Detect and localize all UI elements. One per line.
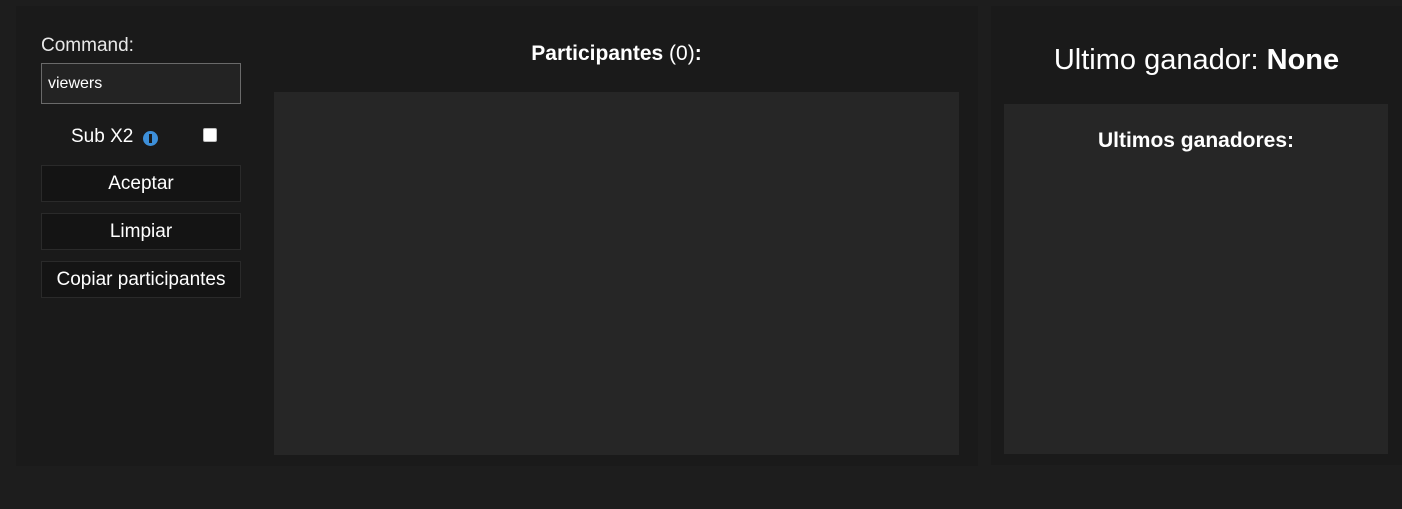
participants-heading: Participantes (0): xyxy=(274,42,959,66)
participants-title: Participantes xyxy=(531,42,664,65)
copy-participants-button[interactable]: Copiar participantes xyxy=(41,261,241,298)
last-winner-heading: Ultimo ganador: None xyxy=(991,44,1402,77)
last-winners-title: Ultimos ganadores: xyxy=(1097,129,1295,152)
info-icon[interactable] xyxy=(143,131,158,146)
winners-panel: Ultimo ganador: None Ultimos ganadores: xyxy=(991,6,1402,465)
command-input[interactable] xyxy=(41,63,241,104)
sub-x2-row: Sub X2 xyxy=(41,124,241,150)
command-label: Command: xyxy=(41,35,134,56)
last-winner-label: Ultimo ganador: xyxy=(1053,44,1259,76)
participants-colon: : xyxy=(694,42,702,65)
last-winner-value: None xyxy=(1266,44,1340,76)
sub-x2-checkbox[interactable] xyxy=(203,128,217,142)
app-root: Command: Sub X2 Aceptar Limpiar Copiar p… xyxy=(0,0,1402,509)
participants-count: (0) xyxy=(669,42,695,65)
last-winners-list: Ultimos ganadores: xyxy=(1004,104,1388,454)
raffle-panel: Command: Sub X2 Aceptar Limpiar Copiar p… xyxy=(16,6,978,466)
clear-button[interactable]: Limpiar xyxy=(41,213,241,250)
participants-list[interactable] xyxy=(274,92,959,455)
sub-x2-label: Sub X2 xyxy=(71,126,134,147)
accept-button[interactable]: Aceptar xyxy=(41,165,241,202)
